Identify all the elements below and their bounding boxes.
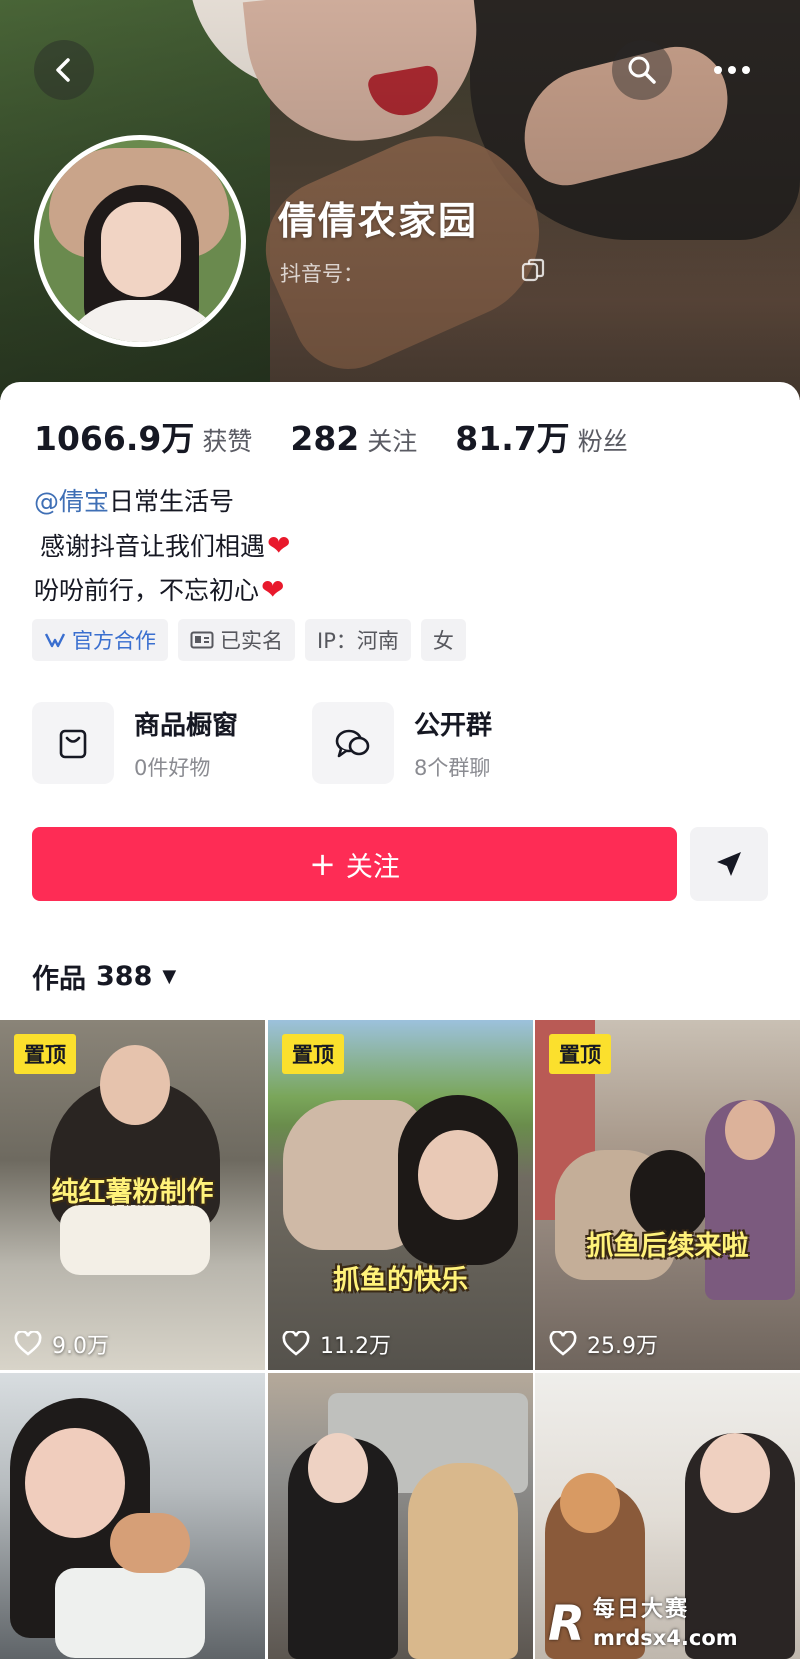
follow-button[interactable]: + 关注 xyxy=(32,827,677,901)
video-thumbnail[interactable]: 置顶 抓鱼的快乐 11.2万 xyxy=(268,1020,533,1370)
video-caption: 抓鱼的快乐 xyxy=(333,1265,468,1296)
heart-icon: ❤ xyxy=(261,573,285,606)
video-grid: 置顶 纯红薯粉制作 9.0万 置顶 抓鱼的快乐 11.2万 置顶 抓鱼后续来啦 … xyxy=(0,1020,800,1659)
shortcut-subtitle: 0件好物 xyxy=(134,755,211,780)
works-count: 388 xyxy=(96,961,153,992)
watermark-name: 每日大赛 xyxy=(592,1596,689,1622)
heart-outline-icon xyxy=(14,1331,42,1356)
tag-official-partner[interactable]: 官方合作 xyxy=(32,619,168,661)
tag-label: 已实名 xyxy=(220,629,283,653)
works-tab[interactable]: 作品 388 ▼ xyxy=(32,957,176,996)
followers-count[interactable]: 81.7万 xyxy=(455,412,569,460)
shortcut-subtitle: 8个群聊 xyxy=(414,755,491,780)
send-icon xyxy=(717,852,741,876)
avatar[interactable] xyxy=(34,135,246,347)
video-likes-count: 25.9万 xyxy=(587,1334,658,1359)
following-count[interactable]: 282 xyxy=(290,419,359,458)
tag-verified[interactable]: 已实名 xyxy=(178,619,295,661)
video-thumbnail[interactable] xyxy=(268,1373,533,1659)
search-icon xyxy=(628,56,656,84)
chevron-left-icon xyxy=(56,58,70,82)
more-dots-icon xyxy=(714,66,750,74)
bio-mention-link[interactable]: @倩宝 xyxy=(34,487,109,516)
heart-icon: ❤ xyxy=(267,529,291,562)
tag-label: 女 xyxy=(432,629,454,653)
public-group-entry[interactable]: 公开群 8个群聊 xyxy=(312,702,492,784)
copy-icon[interactable] xyxy=(520,257,546,283)
video-caption: 纯红薯粉制作 xyxy=(51,1177,214,1208)
group-chat-icon xyxy=(335,729,370,758)
bio-line-3: 吩吩前行，不忘初心 xyxy=(34,576,260,605)
tag-label: 官方合作 xyxy=(72,629,156,653)
pinned-badge: 置顶 xyxy=(14,1034,76,1074)
shopping-bag-icon xyxy=(59,729,87,759)
likes-count: 1066.9万 xyxy=(34,419,195,458)
official-partner-icon xyxy=(44,633,66,648)
profile-nickname: 倩倩农家园 xyxy=(278,199,479,243)
bio-line-2: 感谢抖音让我们相遇 xyxy=(40,532,266,561)
likes-label: 获赞 xyxy=(202,427,253,456)
dropdown-icon: ▼ xyxy=(162,966,177,987)
works-label: 作品 xyxy=(32,964,86,995)
shortcut-title: 商品橱窗 xyxy=(134,710,239,741)
video-thumbnail[interactable] xyxy=(0,1373,265,1659)
follow-label: 关注 xyxy=(345,851,400,883)
watermark-url: mrdsx4.com xyxy=(592,1625,738,1650)
video-likes: 9.0万 xyxy=(14,1328,109,1360)
back-button[interactable] xyxy=(34,40,94,100)
tag-ip-location: IP：河南 xyxy=(305,619,411,661)
following-label[interactable]: 关注 xyxy=(367,422,417,458)
site-watermark: R 每日大赛 mrdsx4.com xyxy=(548,1588,800,1659)
video-likes: 25.9万 xyxy=(549,1328,658,1360)
pinned-badge: 置顶 xyxy=(282,1034,344,1074)
video-likes-count: 11.2万 xyxy=(320,1334,391,1359)
profile-card: 1066.9万 获赞 282 关注 81.7万 粉丝 @倩宝日常生活号 感谢抖音… xyxy=(0,382,800,1012)
search-button[interactable] xyxy=(612,40,672,100)
heart-outline-icon xyxy=(549,1331,577,1356)
video-likes-count: 9.0万 xyxy=(52,1334,109,1359)
id-card-icon xyxy=(190,631,214,649)
video-caption: 抓鱼后续来啦 xyxy=(586,1231,749,1262)
tag-label: IP：河南 xyxy=(317,629,399,653)
heart-outline-icon xyxy=(282,1331,310,1356)
followers-label[interactable]: 粉丝 xyxy=(578,422,628,458)
video-thumbnail[interactable]: 置顶 抓鱼后续来啦 25.9万 xyxy=(535,1020,800,1370)
video-likes: 11.2万 xyxy=(282,1328,391,1360)
share-button[interactable] xyxy=(690,827,768,901)
tag-gender: 女 xyxy=(420,619,466,661)
watermark-logo: R xyxy=(548,1595,585,1652)
profile-tags: 官方合作 已实名 IP：河南 女 xyxy=(32,619,466,661)
video-thumbnail[interactable]: 置顶 纯红薯粉制作 9.0万 xyxy=(0,1020,265,1370)
plus-icon: + xyxy=(309,845,336,883)
pinned-badge: 置顶 xyxy=(549,1034,611,1074)
douyin-id-label: 抖音号： xyxy=(280,262,364,286)
profile-stats: 1066.9万 获赞 282 关注 81.7万 粉丝 xyxy=(34,412,666,460)
shortcut-title: 公开群 xyxy=(414,710,493,741)
profile-bio: @倩宝日常生活号 感谢抖音让我们相遇❤ 吩吩前行，不忘初心❤ xyxy=(34,480,290,612)
bio-line-1: 日常生活号 xyxy=(109,487,235,516)
product-showcase-entry[interactable]: 商品橱窗 0件好物 xyxy=(32,702,238,784)
more-options-button[interactable] xyxy=(702,40,762,100)
